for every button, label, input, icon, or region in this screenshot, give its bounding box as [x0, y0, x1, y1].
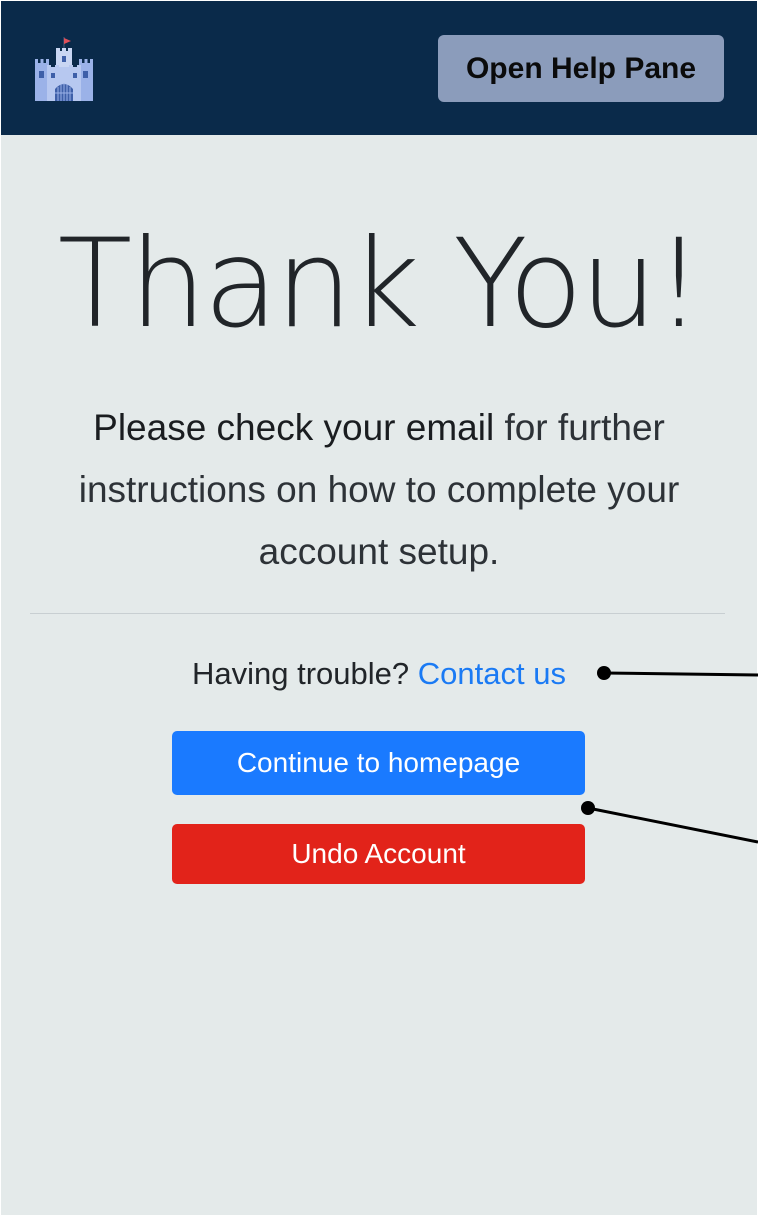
- castle-icon: [35, 37, 93, 101]
- continue-to-homepage-button[interactable]: Continue to homepage: [172, 731, 585, 795]
- contact-us-link[interactable]: Contact us: [418, 656, 566, 691]
- page-frame: Open Help Pane Thank You! Please check y…: [1, 1, 757, 1215]
- divider: [30, 613, 725, 614]
- instructions-message: Please check your email for further inst…: [41, 397, 717, 583]
- open-help-pane-button[interactable]: Open Help Pane: [438, 35, 724, 102]
- help-line: Having trouble? Contact us: [1, 651, 757, 697]
- page-title: Thank You!: [57, 213, 704, 355]
- top-navbar: Open Help Pane: [1, 1, 757, 135]
- message-emphasis: Please check your email: [93, 407, 495, 448]
- trouble-text: Having trouble?: [192, 656, 410, 691]
- undo-account-button[interactable]: Undo Account: [172, 824, 585, 884]
